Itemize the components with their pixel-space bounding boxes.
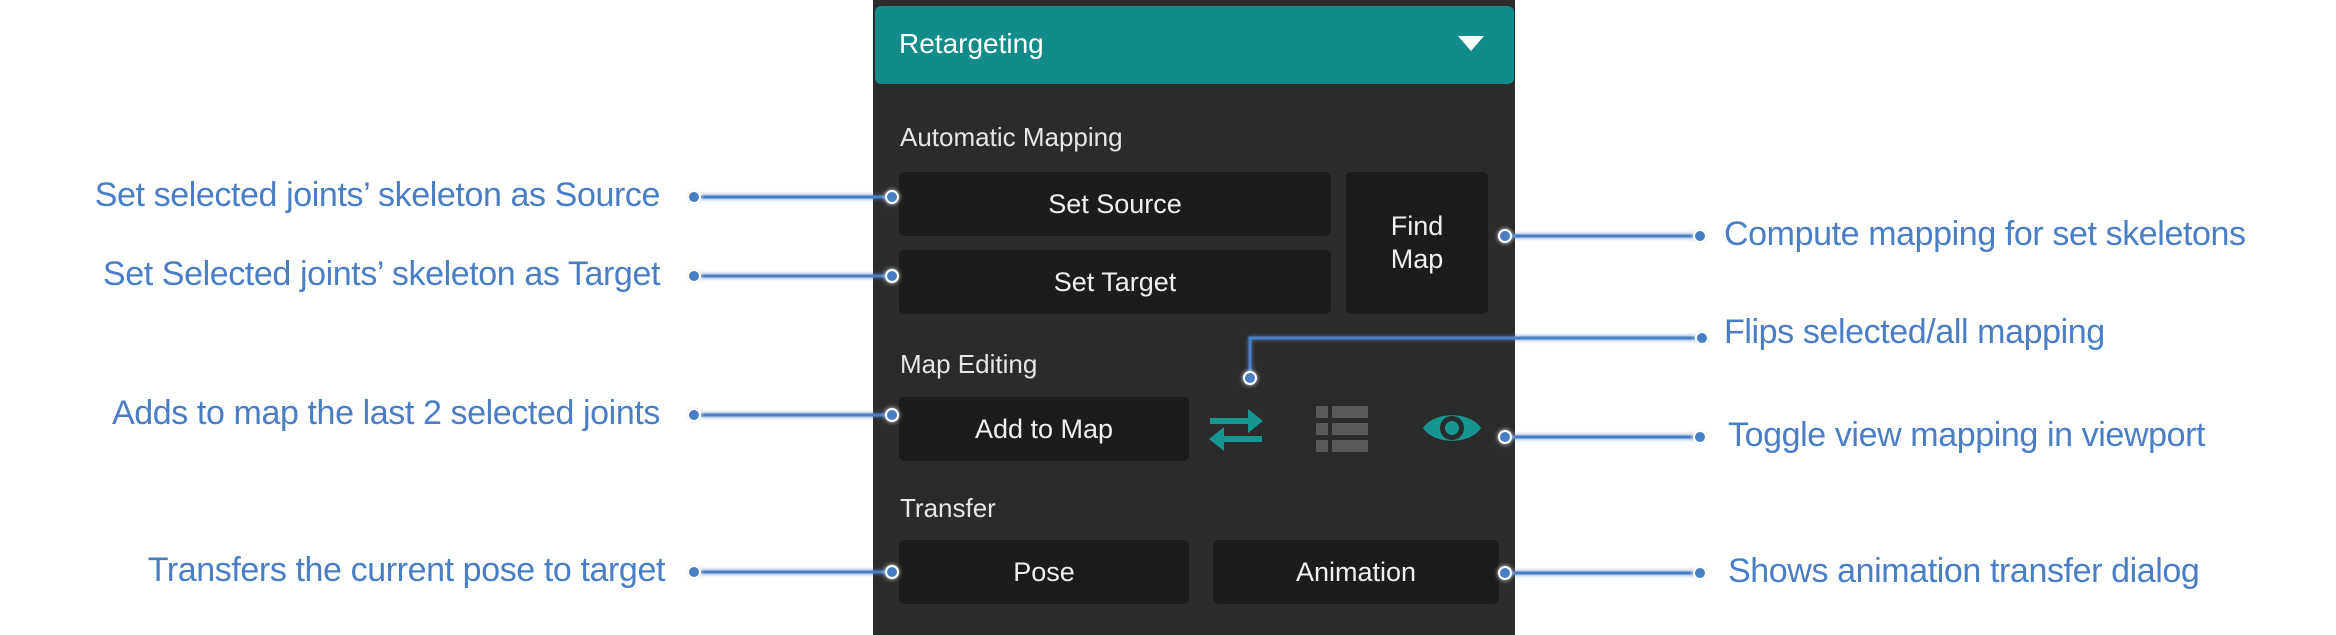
- section-transfer: Transfer: [900, 493, 996, 523]
- panel-title: Retargeting: [899, 28, 1044, 59]
- annotation-pose: Transfers the current pose to target: [147, 551, 666, 589]
- annotation-set-source: Set selected joints’ skeleton as Source: [94, 176, 661, 214]
- animation-button[interactable]: Animation: [1213, 540, 1499, 604]
- annotation-animation: Shows animation transfer dialog: [1728, 552, 2200, 590]
- screenshot-stage: Retargeting Automatic Mapping Set Source…: [0, 0, 2336, 635]
- list-view-icon[interactable]: [1316, 406, 1368, 452]
- annotation-set-target: Set Selected joints’ skeleton as Target: [102, 255, 660, 293]
- annotation-find-map: Compute mapping for set skeletons: [1724, 215, 2246, 253]
- add-to-map-label: Add to Map: [974, 413, 1114, 444]
- annotation-toggle-view: Toggle view mapping in viewport: [1728, 416, 2206, 454]
- animation-label: Animation: [1295, 556, 1417, 587]
- section-automatic-mapping: Automatic Mapping: [900, 122, 1123, 152]
- pose-button[interactable]: Pose: [899, 540, 1189, 604]
- pose-label: Pose: [1013, 556, 1075, 587]
- annotation-add-to-map: Adds to map the last 2 selected joints: [111, 394, 660, 432]
- set-source-label: Set Source: [1048, 188, 1182, 219]
- set-target-label: Set Target: [1053, 266, 1177, 297]
- add-to-map-button[interactable]: Add to Map: [899, 397, 1189, 461]
- swap-arrows-icon[interactable]: [1208, 408, 1264, 452]
- caret-down-icon[interactable]: [1458, 36, 1484, 52]
- annotation-flip: Flips selected/all mapping: [1724, 313, 2105, 351]
- set-target-button[interactable]: Set Target: [899, 250, 1331, 314]
- section-map-editing: Map Editing: [900, 349, 1038, 379]
- find-map-label: Find Map: [1390, 211, 1444, 274]
- set-source-button[interactable]: Set Source: [899, 172, 1331, 236]
- find-map-button[interactable]: Find Map: [1346, 172, 1488, 314]
- eye-icon[interactable]: [1422, 408, 1482, 448]
